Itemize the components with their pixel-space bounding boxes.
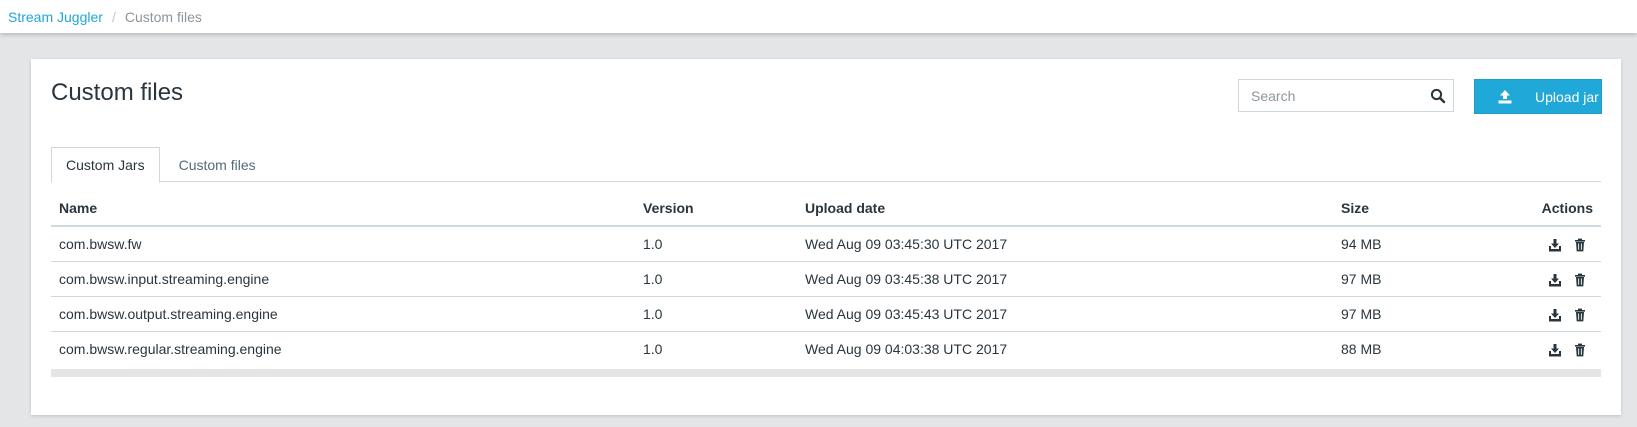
cell-size: 94 MB bbox=[1333, 226, 1453, 262]
search-box bbox=[1238, 79, 1454, 112]
table-header-row: Name Version Upload date Size Actions bbox=[51, 190, 1601, 227]
tab-bar: Custom Jars Custom files bbox=[51, 147, 1601, 183]
download-icon[interactable] bbox=[1548, 238, 1562, 252]
horizontal-scrollbar[interactable] bbox=[51, 369, 1601, 377]
trash-icon[interactable] bbox=[1573, 308, 1587, 322]
cell-version: 1.0 bbox=[635, 261, 797, 297]
cell-size: 97 MB bbox=[1333, 296, 1453, 332]
cell-version: 1.0 bbox=[635, 296, 797, 332]
table-row: com.bwsw.output.streaming.engine 1.0 Wed… bbox=[51, 296, 1601, 332]
download-icon[interactable] bbox=[1548, 343, 1562, 357]
table-row: com.bwsw.input.streaming.engine 1.0 Wed … bbox=[51, 261, 1601, 297]
cell-version: 1.0 bbox=[643, 340, 663, 357]
cell-actions bbox=[1453, 261, 1601, 297]
tab-custom-jars[interactable]: Custom Jars bbox=[51, 147, 160, 183]
cell-size: 88 MB bbox=[1341, 340, 1382, 357]
breadcrumb: Stream Juggler / Custom files bbox=[0, 0, 1637, 33]
upload-jar-button[interactable]: Upload jar bbox=[1474, 79, 1602, 114]
cell-upload-date: Wed Aug 09 03:45:43 UTC 2017 bbox=[797, 296, 1333, 332]
search-icon[interactable] bbox=[1430, 88, 1446, 104]
cell-version: 1.0 bbox=[635, 226, 797, 262]
tab-label: Custom files bbox=[178, 156, 256, 173]
table-row: com.bwsw.fw 1.0 Wed Aug 09 03:45:30 UTC … bbox=[51, 226, 1601, 262]
breadcrumb-separator: / bbox=[111, 8, 116, 25]
trash-icon[interactable] bbox=[1573, 238, 1587, 252]
upload-jar-label: Upload jar bbox=[1535, 88, 1599, 105]
content-card: Custom files Upload jar Custom Jars Cust… bbox=[31, 59, 1621, 415]
cell-upload-date: Wed Aug 09 03:45:30 UTC 2017 bbox=[797, 226, 1333, 262]
header-size[interactable]: Size bbox=[1333, 190, 1453, 227]
page-title: Custom files bbox=[51, 79, 184, 106]
cell-upload-date: Wed Aug 09 03:45:38 UTC 2017 bbox=[797, 261, 1333, 297]
breadcrumb-current: Custom files bbox=[124, 8, 202, 25]
cell-actions bbox=[1453, 296, 1601, 332]
header-upload-date[interactable]: Upload date bbox=[797, 190, 1333, 227]
custom-jars-table: Name Version Upload date Size Actions co… bbox=[51, 190, 1601, 366]
download-icon[interactable] bbox=[1548, 273, 1562, 287]
breadcrumb-root-link[interactable]: Stream Juggler bbox=[8, 9, 103, 25]
cell-name: com.bwsw.output.streaming.engine bbox=[51, 296, 635, 332]
cell-upload-date: Wed Aug 09 04:03:38 UTC 2017 bbox=[805, 340, 1008, 357]
trash-icon[interactable] bbox=[1573, 273, 1587, 287]
header-version[interactable]: Version bbox=[635, 190, 797, 227]
cell-name: com.bwsw.regular.streaming.engine bbox=[59, 340, 282, 357]
cell-name: com.bwsw.fw bbox=[51, 226, 635, 262]
cell-actions bbox=[1453, 331, 1601, 366]
table-row: com.bwsw.regular.streaming.engine 1.0 We… bbox=[51, 331, 1601, 366]
header-actions: Actions bbox=[1453, 190, 1601, 227]
cell-actions bbox=[1453, 226, 1601, 262]
tab-custom-files[interactable]: Custom files bbox=[160, 147, 275, 182]
download-icon[interactable] bbox=[1548, 308, 1562, 322]
cell-size: 97 MB bbox=[1333, 261, 1453, 297]
tab-label: Custom Jars bbox=[66, 157, 145, 173]
cell-name: com.bwsw.input.streaming.engine bbox=[51, 261, 635, 297]
upload-icon bbox=[1498, 89, 1512, 103]
trash-icon[interactable] bbox=[1573, 343, 1587, 357]
search-input[interactable] bbox=[1239, 80, 1419, 111]
header-name[interactable]: Name bbox=[51, 190, 635, 227]
